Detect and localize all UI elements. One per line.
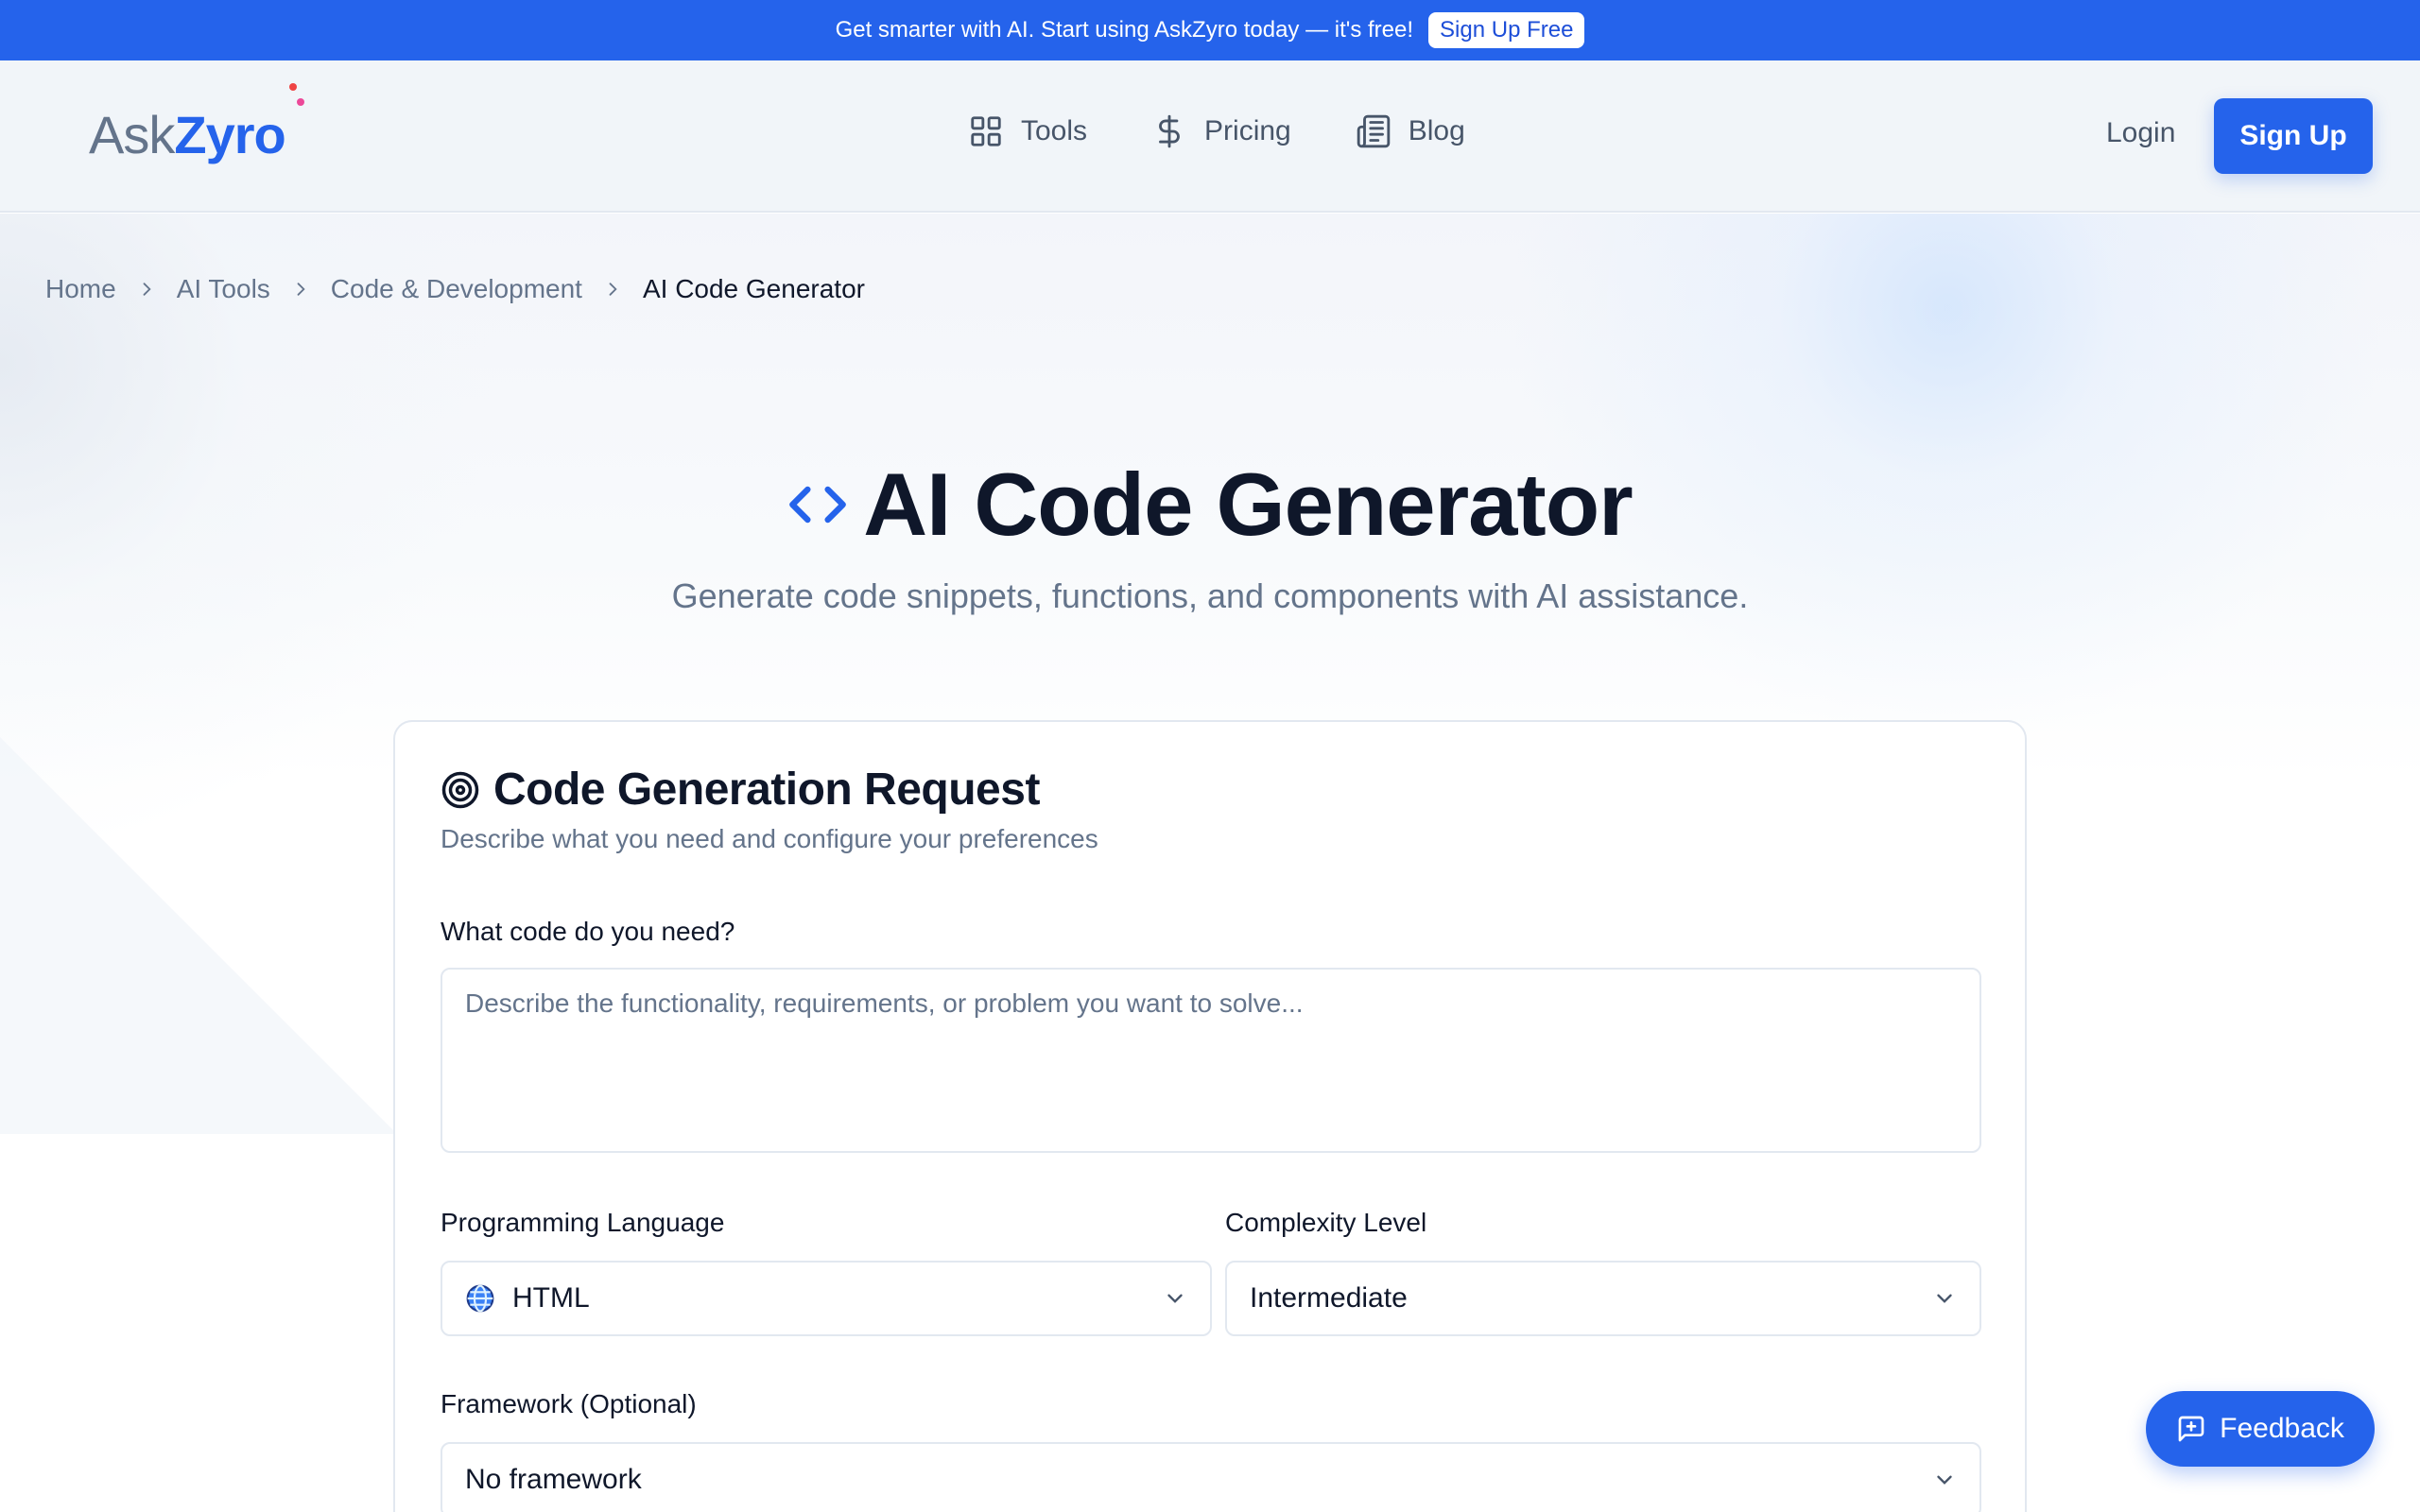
page-subtitle: Generate code snippets, functions, and c… <box>671 576 1749 615</box>
nav-item-pricing-label: Pricing <box>1204 115 1291 146</box>
signup-free-button[interactable]: Sign Up Free <box>1428 12 1585 48</box>
complexity-value: Intermediate <box>1250 1282 1408 1314</box>
announcement-bar: Get smarter with AI. Start using AskZyro… <box>0 0 2420 60</box>
chevron-right-icon <box>143 283 151 296</box>
chevron-down-icon <box>1167 1294 1183 1303</box>
signup-button[interactable]: Sign Up <box>2214 98 2373 174</box>
main-nav: Tools Pricing Blog <box>968 113 1465 149</box>
chevron-right-icon <box>297 283 305 296</box>
card-subtitle: Describe what you need and configure you… <box>441 824 1098 853</box>
card-title: Code Generation Request <box>493 765 1040 815</box>
logo-dots-icon <box>285 83 304 153</box>
newspaper-icon <box>1357 114 1391 148</box>
site-header: Ask Zyro Tools Pricing Blog Login Sign U… <box>0 60 2420 213</box>
dollar-icon <box>1159 114 1180 148</box>
language-value: HTML <box>512 1282 590 1314</box>
code-request-card: Code Generation Request Describe what yo… <box>393 720 2027 1512</box>
request-textarea[interactable]: Describe the functionality, requirements… <box>441 968 1981 1153</box>
breadcrumb-current: AI Code Generator <box>642 274 865 303</box>
globe-icon <box>466 1284 494 1313</box>
logo-ask-text: Ask <box>89 105 175 164</box>
hero-decoration <box>0 737 397 1134</box>
code-brackets-icon <box>789 486 847 524</box>
page-title: AI Code Generator <box>863 455 1633 554</box>
complexity-select[interactable]: Intermediate <box>1225 1261 1981 1336</box>
nav-item-pricing[interactable]: Pricing <box>1151 113 1291 149</box>
chevron-down-icon <box>1937 1294 1952 1303</box>
breadcrumb-code-development[interactable]: Code & Development <box>331 274 582 304</box>
request-label: What code do you need? <box>441 917 735 946</box>
chevron-down-icon <box>1937 1475 1952 1485</box>
card-header: Code Generation Request <box>441 764 1040 816</box>
logo-zyro-text: Zyro <box>174 105 285 164</box>
feedback-label: Feedback <box>2220 1413 2344 1444</box>
breadcrumb: Home AI Tools Code & Development AI Code… <box>45 274 865 304</box>
language-label: Programming Language <box>441 1208 725 1237</box>
chevron-right-icon <box>609 283 617 296</box>
message-plus-icon <box>2178 1416 2204 1442</box>
complexity-label: Complexity Level <box>1225 1208 1427 1237</box>
framework-label: Framework (Optional) <box>441 1389 697 1418</box>
framework-value: No framework <box>465 1464 642 1495</box>
breadcrumb-ai-tools[interactable]: AI Tools <box>177 274 270 304</box>
nav-item-blog-label: Blog <box>1408 115 1465 146</box>
logo[interactable]: Ask Zyro <box>89 83 304 170</box>
breadcrumb-home[interactable]: Home <box>45 274 116 304</box>
login-link[interactable]: Login <box>2106 117 2175 149</box>
feedback-button[interactable]: Feedback <box>2146 1391 2375 1467</box>
framework-select[interactable]: No framework <box>441 1442 1981 1512</box>
nav-item-tools[interactable]: Tools <box>968 113 1087 149</box>
nav-item-blog[interactable]: Blog <box>1356 113 1465 149</box>
language-select[interactable]: HTML <box>441 1261 1212 1336</box>
page-title-row: AI Code Generator <box>0 454 2420 556</box>
target-icon <box>441 771 479 808</box>
announcement-text: Get smarter with AI. Start using AskZyro… <box>835 17 1414 43</box>
grid-icon <box>971 116 1001 146</box>
nav-item-tools-label: Tools <box>1021 115 1088 146</box>
